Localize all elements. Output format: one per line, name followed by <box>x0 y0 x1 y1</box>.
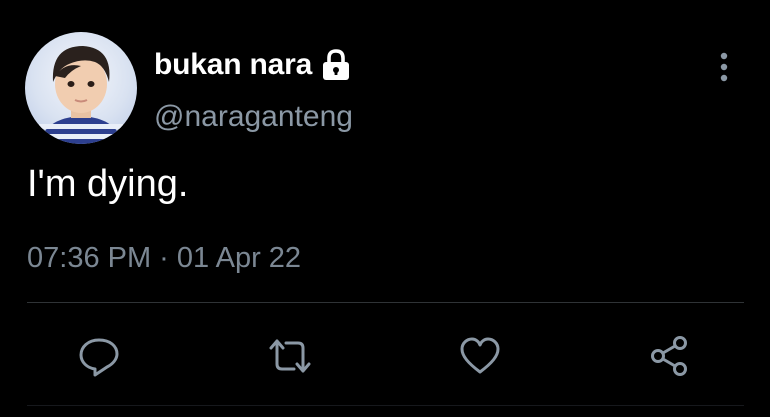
retweet-button[interactable] <box>268 334 312 378</box>
tweet-text: I'm dying. <box>27 163 189 205</box>
retweet-icon <box>269 339 311 373</box>
heart-icon <box>460 337 500 374</box>
avatar-photo <box>39 46 123 144</box>
like-button[interactable] <box>458 334 502 378</box>
tweet-card: bukan nara @naraganteng I'm dying. 07:36… <box>0 0 770 417</box>
lock-icon <box>320 48 352 82</box>
reply-icon <box>79 338 119 377</box>
reply-button[interactable] <box>77 334 121 378</box>
author-handle[interactable]: @naraganteng <box>154 100 353 134</box>
share-icon <box>651 336 687 376</box>
tweet-timestamp[interactable]: 07:36 PM · 01 Apr 22 <box>27 242 301 275</box>
author-display-name[interactable]: bukan nara <box>154 48 312 82</box>
author-name-row: bukan nara <box>154 46 352 84</box>
more-vertical-icon[interactable] <box>710 50 738 84</box>
share-button[interactable] <box>647 334 691 378</box>
author-avatar[interactable] <box>25 32 137 144</box>
divider <box>27 302 744 303</box>
bottom-divider <box>27 405 744 406</box>
